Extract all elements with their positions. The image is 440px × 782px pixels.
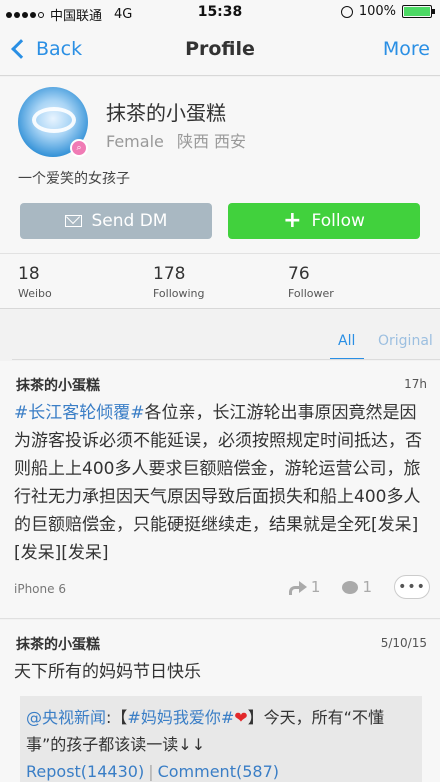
- mail-icon: [64, 215, 82, 227]
- post-hashtag[interactable]: #长江客轮倾覆#: [14, 403, 145, 423]
- tab-all[interactable]: All: [338, 333, 355, 349]
- follow-label: Follow: [311, 211, 365, 231]
- post-actions: 1 1 •••: [288, 575, 430, 599]
- repost-box[interactable]: @央视新闻:【#妈妈我爱你#❤】今天，所有“不懂事”的孩子都该读一读↓↓ Rep…: [20, 696, 422, 782]
- heart-icon: ❤: [234, 708, 248, 727]
- profile-stats: 18 Weibo 178 Following 76 Follower: [0, 253, 440, 309]
- plus-icon: +: [283, 208, 302, 233]
- stats-separator: |: [148, 762, 154, 781]
- post-card[interactable]: 抹茶的小蛋糕 17h #长江客轮倾覆#各位亲，长江游轮出事原因竟然是因为游客投诉…: [0, 361, 440, 619]
- status-bar: 中国联通 4G 15:38 100%: [0, 0, 440, 26]
- profile-header: ⌕ 抹茶的小蛋糕 Female 陕西 西安 一个爱笑的女孩子 Send DM +…: [0, 77, 440, 253]
- battery-icon: [402, 5, 435, 18]
- stat-label: Following: [153, 287, 205, 300]
- follow-button[interactable]: + Follow: [228, 203, 420, 239]
- repost-text: @央视新闻:【#妈妈我爱你#❤】今天，所有“不懂事”的孩子都该读一读↓↓: [26, 704, 416, 758]
- repost-count: 1: [310, 578, 321, 596]
- repost-hashtag[interactable]: #妈妈我爱你#: [127, 708, 234, 727]
- status-right: 100%: [340, 4, 435, 19]
- post-body: #长江客轮倾覆#各位亲，长江游轮出事原因竟然是因为游客投诉必须不能延误，必须按照…: [14, 399, 428, 567]
- post-card[interactable]: 抹茶的小蛋糕 5/10/15 天下所有的妈妈节日快乐 @央视新闻:【#妈妈我爱你…: [0, 620, 440, 782]
- stat-value: 18: [18, 264, 40, 284]
- profile-bio: 一个爱笑的女孩子: [18, 171, 130, 187]
- repost-source-user[interactable]: @央视新闻: [26, 708, 106, 727]
- profile-name: 抹茶的小蛋糕: [106, 101, 226, 125]
- stat-label: Weibo: [18, 287, 52, 300]
- post-time: 17h: [404, 377, 427, 391]
- tab-divider: [12, 359, 440, 360]
- profile-location: 陕西 西安: [176, 132, 247, 151]
- battery-percent: 100%: [358, 4, 396, 19]
- tab-original[interactable]: Original: [378, 333, 433, 349]
- post-author[interactable]: 抹茶的小蛋糕: [16, 375, 100, 395]
- search-badge-icon: ⌕: [70, 139, 88, 157]
- comment-count: 1: [362, 578, 372, 596]
- post-source: iPhone 6: [14, 582, 66, 596]
- share-icon: [288, 580, 307, 595]
- stat-following[interactable]: 178 Following: [153, 264, 205, 300]
- rotation-lock-icon: [340, 5, 353, 18]
- send-dm-button[interactable]: Send DM: [20, 203, 212, 239]
- comment-count-link[interactable]: Comment(587): [158, 762, 279, 781]
- bracket-open: 【: [111, 708, 128, 727]
- post-body: 天下所有的妈妈节日快乐: [14, 662, 201, 682]
- repost-count-link[interactable]: Repost(14430): [26, 762, 144, 781]
- bracket-close: 】: [247, 708, 264, 727]
- stat-value: 76: [288, 264, 310, 284]
- repost-stats: Repost(14430) | Comment(587): [26, 758, 416, 782]
- profile-gender: Female: [106, 132, 164, 151]
- nav-bar: Back Profile More: [0, 26, 440, 76]
- cloud-shape: [32, 107, 76, 133]
- stat-label: Follower: [288, 287, 334, 300]
- stat-weibo[interactable]: 18 Weibo: [18, 264, 52, 300]
- comment-button[interactable]: 1: [342, 578, 372, 596]
- more-button[interactable]: More: [383, 38, 430, 60]
- send-dm-label: Send DM: [91, 211, 168, 231]
- feed-tabs: All Original: [0, 326, 440, 360]
- post-more-button[interactable]: •••: [394, 575, 430, 599]
- post-time: 5/10/15: [380, 636, 427, 650]
- post-author[interactable]: 抹茶的小蛋糕: [16, 634, 100, 654]
- profile-meta: Female 陕西 西安: [106, 128, 246, 152]
- repost-button[interactable]: 1: [288, 578, 321, 596]
- stat-value: 178: [153, 264, 186, 284]
- post-text: 各位亲，长江游轮出事原因竟然是因为游客投诉必须不能延误，必须按照规定时间抵达，否…: [14, 403, 422, 563]
- page-title: Profile: [185, 38, 255, 60]
- stat-follower[interactable]: 76 Follower: [288, 264, 334, 300]
- comment-icon: [342, 580, 359, 594]
